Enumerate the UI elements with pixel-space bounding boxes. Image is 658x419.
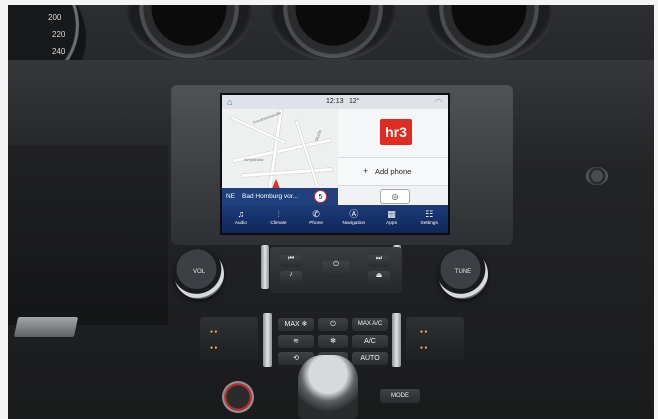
media-control-strip: ⏮ ♪ ⏻ ⏭ ⏏: [270, 247, 402, 293]
media-tile[interactable]: hr3: [338, 109, 448, 157]
power-icon: ⏻: [333, 261, 339, 268]
climate-trim-left: [263, 313, 272, 367]
tab-apps[interactable]: ▦ Apps: [373, 205, 411, 233]
tune-label: TUNE: [454, 269, 472, 275]
settings-sliders-icon: ☷: [425, 209, 434, 219]
station-logo: hr3: [380, 119, 412, 145]
current-street-bar[interactable]: NE Bad Homburg vor... 5: [222, 188, 338, 205]
fan-button[interactable]: ✻: [318, 335, 348, 348]
seat-heat-icon: ● ●: [420, 329, 428, 335]
infotainment-screen: ⌂ 12:13 12° ◠ Dorotheenstraße Bergstraße…: [220, 93, 450, 235]
music-icon: ♫: [237, 209, 245, 219]
add-phone-tile[interactable]: + Add phone: [338, 157, 448, 186]
map-label: Bergstraße: [244, 157, 264, 162]
max-ac-label: MAX A/C: [357, 321, 383, 327]
power-button[interactable]: ⏻: [322, 261, 350, 277]
eject-button[interactable]: ⏏: [368, 271, 390, 283]
skip-forward-icon: ⏭: [375, 255, 383, 262]
rear-defrost-icon: ≋: [293, 338, 299, 345]
add-phone-label: Add phone: [375, 167, 412, 176]
air-vent-left: [126, 5, 252, 61]
plus-icon: +: [363, 166, 369, 176]
tab-navigation[interactable]: Ⓐ Navigation: [335, 205, 373, 233]
ac-label: A/C: [364, 338, 376, 345]
tab-label: Navigation: [342, 221, 366, 226]
car-interior-photo: 200 220 240 260 ⌂ 12:13 12° ◠ Dorotheens…: [8, 5, 654, 419]
volume-knob[interactable]: VOL: [174, 249, 224, 299]
fan-icon: ✻: [330, 338, 336, 345]
storage-button: [586, 167, 608, 185]
tab-settings[interactable]: ☷ Settings: [410, 205, 448, 233]
voice-icon: ◎: [391, 192, 399, 201]
defrost-icon: ❄: [301, 321, 308, 328]
power-icon: ⏻: [330, 321, 336, 328]
gauge-tick: 240: [52, 47, 66, 56]
home-icon[interactable]: ⌂: [227, 97, 232, 107]
climate-icon: ⫶: [277, 209, 280, 219]
phone-icon: ✆: [312, 209, 320, 219]
seat-heat-icon: ● ●: [210, 329, 218, 335]
auto-button[interactable]: AUTO: [352, 352, 388, 365]
rear-defrost-button[interactable]: ≋: [278, 335, 314, 348]
seat-cool-icon: ● ●: [420, 345, 428, 351]
street-name: Bad Homburg vor...: [242, 193, 298, 200]
tab-label: Settings: [420, 221, 438, 226]
voice-button[interactable]: ◎: [380, 189, 410, 204]
ac-button[interactable]: A/C: [352, 335, 388, 348]
air-vent-right: [426, 5, 552, 61]
door-panel: [8, 145, 168, 325]
gauge-tick: 220: [52, 30, 66, 39]
music-note-icon: ♪: [289, 271, 293, 278]
eject-icon: ⏏: [375, 272, 383, 279]
trim-left: [261, 245, 269, 289]
mode-button[interactable]: MODE: [380, 389, 420, 403]
gear-shifter[interactable]: [298, 355, 358, 419]
max-ac-button[interactable]: MAX A/C: [352, 318, 388, 331]
voice-tile: ◎: [338, 185, 448, 206]
tab-label: Climate: [270, 221, 287, 226]
skip-back-icon: ⏮: [287, 255, 295, 262]
engine-start-button[interactable]: [222, 381, 254, 413]
signal-icon: ◠: [435, 97, 442, 106]
tab-label: Phone: [309, 221, 324, 226]
pedal: [13, 317, 79, 337]
music-button[interactable]: ♪: [280, 271, 302, 283]
heading-direction: NE: [226, 193, 236, 200]
navigation-icon: Ⓐ: [349, 209, 359, 219]
tab-phone[interactable]: ✆ Phone: [297, 205, 335, 233]
max-defrost-button[interactable]: MAX ❄: [278, 318, 314, 331]
tab-audio[interactable]: ♫ Audio: [222, 205, 260, 233]
status-bar: ⌂ 12:13 12° ◠: [222, 95, 448, 109]
seek-forward-button[interactable]: ⏭: [368, 255, 390, 267]
tab-label: Audio: [234, 221, 247, 226]
recirculation-icon: ⟲: [293, 355, 299, 362]
seat-cool-icon: ● ●: [210, 345, 218, 351]
tab-climate[interactable]: ⫶ Climate: [260, 205, 298, 233]
seek-back-button[interactable]: ⏮: [280, 255, 302, 267]
tab-label: Apps: [386, 221, 397, 226]
air-vent-center: [270, 5, 396, 61]
tune-knob[interactable]: TUNE: [438, 249, 488, 299]
auto-label: AUTO: [360, 355, 380, 362]
climate-trim-right: [392, 313, 401, 367]
gauge-tick: 200: [48, 13, 62, 22]
volume-label: VOL: [192, 269, 205, 275]
climate-power-button[interactable]: ⏻: [318, 318, 348, 331]
apps-grid-icon: ▦: [387, 209, 396, 219]
passenger-seat-panel[interactable]: ● ● ● ●: [406, 317, 464, 361]
max-defrost-label: MAX: [284, 321, 300, 328]
mode-label: MODE: [391, 393, 409, 399]
clock: 12:13: [326, 98, 344, 105]
seat-heat-panel[interactable]: ● ● ● ●: [200, 317, 258, 361]
app-tab-bar: ♫ Audio ⫶ Climate ✆ Phone Ⓐ Navigation ▦…: [222, 205, 448, 233]
speed-limit-badge: 5: [314, 190, 327, 203]
outside-temperature: 12°: [349, 98, 360, 105]
